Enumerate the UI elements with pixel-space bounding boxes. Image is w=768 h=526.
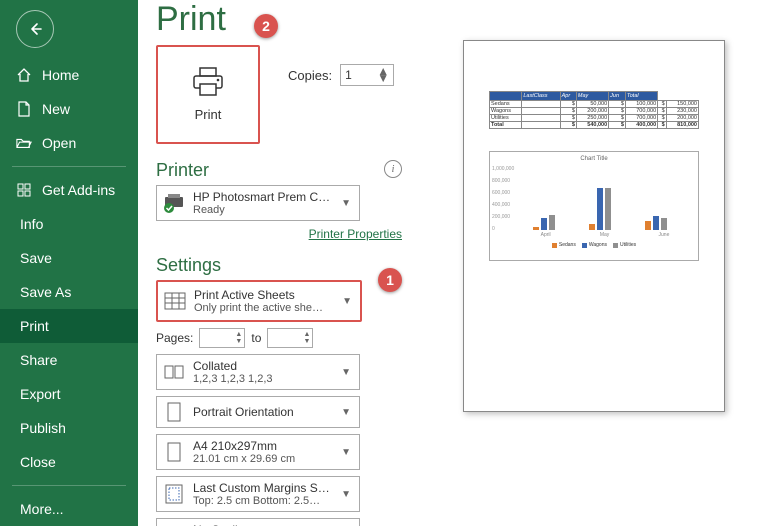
callout-2: 2 (254, 14, 278, 38)
printer-selector[interactable]: HP Photosmart Prem C4… Ready ▼ (156, 185, 360, 221)
margins-selector[interactable]: Last Custom Margins Set… Top: 2.5 cm Bot… (156, 476, 360, 512)
sidebar-item-print[interactable]: Print (0, 309, 138, 343)
orientation-icon (163, 401, 185, 423)
sidebar-item-more[interactable]: More... (0, 492, 138, 526)
home-icon (16, 67, 32, 83)
collate-l1: Collated (193, 359, 331, 373)
chevron-down-icon: ▼ (340, 296, 354, 307)
chart-title: Chart Title (494, 156, 694, 162)
sidebar-item-close[interactable]: Close (0, 445, 138, 479)
sidebar-item-info[interactable]: Info (0, 207, 138, 241)
addins-icon (16, 182, 32, 198)
copies-label: Copies: (288, 68, 332, 83)
sidebar-item-share[interactable]: Share (0, 343, 138, 377)
printer-name: HP Photosmart Prem C4… (193, 190, 331, 204)
pages-from-input[interactable]: ▲▼ (199, 328, 245, 348)
margins-l1: Last Custom Margins Set… (193, 481, 331, 495)
preview-table: LastClassAprMayJunTotalSedans$50,000$100… (489, 91, 699, 129)
copies-value: 1 (345, 68, 352, 82)
sidebar-label: New (42, 101, 70, 117)
pages-label: Pages: (156, 331, 193, 345)
settings-section-title: Settings (156, 255, 402, 276)
sidebar-item-new[interactable]: New (0, 92, 138, 126)
printer-icon (191, 67, 225, 97)
sidebar-label: Open (42, 135, 76, 151)
scaling-selector[interactable]: 100 No Scaling Print sheets at their act… (156, 518, 360, 526)
print-what-selector[interactable]: Print Active Sheets Only print the activ… (156, 280, 362, 322)
print-what-l1: Print Active Sheets (194, 288, 332, 302)
pages-to-input[interactable]: ▲▼ (267, 328, 313, 348)
paper-selector[interactable]: A4 210x297mm 21.01 cm x 29.69 cm ▼ (156, 434, 360, 470)
divider (12, 485, 126, 486)
chevron-down-icon: ▼ (339, 407, 353, 418)
backstage-view: Home New Open Get Add-ins Info Save Save… (0, 0, 768, 526)
collate-icon (163, 361, 185, 383)
printer-status: Ready (193, 204, 331, 216)
sidebar-item-save[interactable]: Save (0, 241, 138, 275)
backstage-sidebar: Home New Open Get Add-ins Info Save Save… (0, 0, 138, 526)
collate-l2: 1,2,3 1,2,3 1,2,3 (193, 373, 331, 385)
pages-row: Pages: ▲▼ to ▲▼ (156, 328, 402, 348)
spinner-buttons[interactable]: ▲▼ (377, 68, 389, 82)
back-arrow-icon (26, 20, 44, 38)
print-button[interactable]: Print (156, 45, 260, 144)
back-button[interactable] (16, 10, 54, 48)
pages-to-label: to (251, 331, 261, 345)
sidebar-item-home[interactable]: Home (0, 58, 138, 92)
printer-section-title: Printer i (156, 160, 402, 181)
sidebar-item-export[interactable]: Export (0, 377, 138, 411)
paper-l2: 21.01 cm x 29.69 cm (193, 453, 331, 465)
sidebar-label: Get Add-ins (42, 182, 115, 198)
sidebar-label: Home (42, 67, 79, 83)
paper-icon (163, 441, 185, 463)
margins-l2: Top: 2.5 cm Bottom: 2.5… (193, 495, 331, 507)
margins-icon (163, 483, 185, 505)
print-main: Print Print Printer i (138, 0, 768, 526)
divider (12, 166, 126, 167)
printer-properties-link[interactable]: Printer Properties (309, 227, 402, 241)
collate-selector[interactable]: Collated 1,2,3 1,2,3 1,2,3 ▼ (156, 354, 360, 390)
copies-row: Copies: 1 ▲▼ (288, 64, 394, 86)
paper-l1: A4 210x297mm (193, 439, 331, 453)
sidebar-item-saveas[interactable]: Save As (0, 275, 138, 309)
chevron-down-icon: ▼ (339, 367, 353, 378)
print-button-label: Print (195, 107, 222, 122)
chevron-down-icon: ▼ (339, 447, 353, 458)
preview-chart: Chart Title 1,000,000800,000600,000400,0… (489, 151, 699, 261)
preview-page: LastClassAprMayJunTotalSedans$50,000$100… (463, 40, 725, 412)
orientation-l1: Portrait Orientation (193, 405, 331, 419)
new-icon (16, 101, 32, 117)
open-icon (16, 135, 32, 151)
sidebar-item-open[interactable]: Open (0, 126, 138, 160)
sidebar-item-get-addins[interactable]: Get Add-ins (0, 173, 138, 207)
printer-ready-icon (163, 192, 185, 214)
chevron-down-icon: ▼ (339, 489, 353, 500)
chevron-down-icon: ▼ (339, 198, 353, 209)
print-what-l2: Only print the active she… (194, 302, 332, 314)
copies-input[interactable]: 1 ▲▼ (340, 64, 394, 86)
sheets-icon (164, 290, 186, 312)
page-title: Print (156, 0, 402, 39)
print-preview-area: LastClassAprMayJunTotalSedans$50,000$100… (420, 0, 768, 526)
sidebar-item-publish[interactable]: Publish (0, 411, 138, 445)
callout-1: 1 (378, 268, 402, 292)
orientation-selector[interactable]: Portrait Orientation ▼ (156, 396, 360, 428)
printer-info-icon[interactable]: i (384, 160, 402, 178)
